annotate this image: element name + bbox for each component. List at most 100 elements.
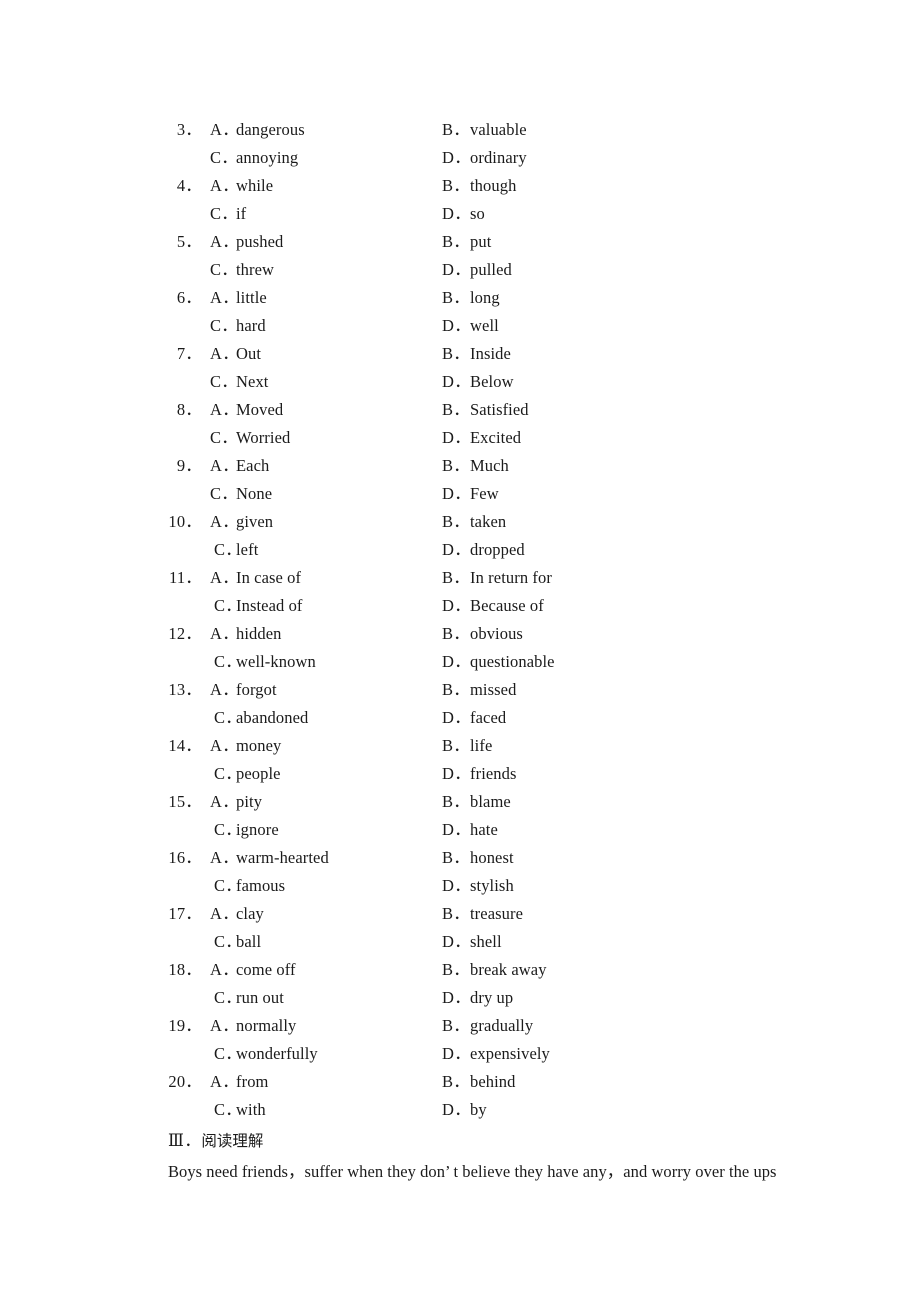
option-c-text: run out [236, 988, 284, 1007]
option-d-text: friends [470, 764, 517, 783]
question-number: 18． [168, 960, 202, 979]
option-row-cd: C． annoying D． ordinary [168, 144, 788, 172]
option-b-label: B． [442, 288, 471, 307]
option-c-label: C． [210, 148, 239, 167]
option-b-text: valuable [470, 120, 527, 139]
option-c-text: Instead of [236, 596, 303, 615]
option-a-label: A． [210, 456, 240, 475]
option-c-text: people [236, 764, 281, 783]
option-row-cd: C． Next D． Below [168, 368, 788, 396]
question-number: 15． [168, 792, 202, 811]
option-c-label: C． [210, 260, 239, 279]
content-column: 3． A． dangerous B． valuable C． annoying D． ordin… [168, 116, 788, 1186]
option-d-label: D． [442, 596, 472, 615]
option-d-text: by [470, 1100, 487, 1119]
option-d-text: shell [470, 932, 502, 951]
option-a-label: A． [210, 512, 240, 531]
option-a-text: forgot [236, 680, 277, 699]
option-d-text: pulled [470, 260, 512, 279]
option-c-text: hard [236, 316, 266, 335]
option-b-label: B． [442, 624, 471, 643]
option-d-text: stylish [470, 876, 514, 895]
option-b-text: taken [470, 512, 507, 531]
option-b-label: B． [442, 568, 471, 587]
option-b-label: B． [442, 344, 471, 363]
option-d-text: dropped [470, 540, 525, 559]
question-item: 11． A． In case of B． In return for C． Instead … [168, 564, 788, 620]
option-c-text: abandoned [236, 708, 309, 727]
option-row-cd: C． abandoned D． faced [168, 704, 788, 732]
option-b-label: B． [442, 1016, 471, 1035]
option-row-cd: C． threw D． pulled [168, 256, 788, 284]
option-b-text: blame [470, 792, 511, 811]
question-item: 18． A． come off B． break away C． run out D． dry … [168, 956, 788, 1012]
question-item: 20． A． from B． behind C． with D． by [168, 1068, 788, 1124]
passage-line: Boys need friends，suffer when they don’ … [168, 1162, 777, 1181]
option-a-text: Moved [236, 400, 284, 419]
option-row-cd: C． ignore D． hate [168, 816, 788, 844]
option-a-text: Out [236, 344, 262, 363]
option-b-text: In return for [470, 568, 552, 587]
option-b-text: Much [470, 456, 509, 475]
option-a-label: A． [210, 568, 240, 587]
question-item: 16． A． warm-hearted B． honest C． famous D． styli… [168, 844, 788, 900]
option-b-text: behind [470, 1072, 516, 1091]
option-row-ab: 6． A． little B． long [168, 284, 788, 312]
option-c-label: C． [210, 372, 239, 391]
option-b-text: put [470, 232, 492, 251]
option-c-text: famous [236, 876, 286, 895]
option-c-text: with [236, 1100, 266, 1119]
question-number: 13． [168, 680, 202, 699]
option-b-text: obvious [470, 624, 523, 643]
option-c-text: if [236, 204, 247, 223]
option-row-ab: 9． A． Each B． Much [168, 452, 788, 480]
option-d-label: D． [442, 820, 472, 839]
option-c-text: annoying [236, 148, 299, 167]
option-a-text: Each [236, 456, 270, 475]
option-c-text: Next [236, 372, 269, 391]
option-d-label: D． [442, 372, 472, 391]
option-a-label: A． [210, 960, 240, 979]
option-d-text: expensively [470, 1044, 550, 1063]
option-a-text: given [236, 512, 274, 531]
option-d-label: D． [442, 428, 472, 447]
option-b-label: B． [442, 512, 471, 531]
question-number: 10． [168, 512, 202, 531]
option-a-label: A． [210, 344, 240, 363]
option-d-label: D． [442, 988, 472, 1007]
question-item: 19． A． normally B． gradually C． wonderfully D． e… [168, 1012, 788, 1068]
option-b-text: missed [470, 680, 517, 699]
option-a-text: In case of [236, 568, 302, 587]
option-a-label: A． [210, 792, 240, 811]
option-a-label: A． [210, 176, 240, 195]
option-b-label: B． [442, 736, 471, 755]
question-item: 6． A． little B． long C． hard D． well [168, 284, 788, 340]
question-item: 4． A． while B． though C． if D． so [168, 172, 788, 228]
option-d-label: D． [442, 204, 472, 223]
question-number: 11． [169, 568, 202, 587]
option-c-text: None [236, 484, 273, 503]
option-a-label: A． [210, 680, 240, 699]
option-row-ab: 17． A． clay B． treasure [168, 900, 788, 928]
section-numeral: Ⅲ． [168, 1131, 202, 1150]
section-heading: Ⅲ．阅读理解 [168, 1126, 788, 1156]
option-b-label: B． [442, 792, 471, 811]
question-item: 3． A． dangerous B． valuable C． annoying D． ordin… [168, 116, 788, 172]
option-d-label: D． [442, 1044, 472, 1063]
option-b-text: break away [470, 960, 547, 979]
option-b-label: B． [442, 848, 471, 867]
option-row-cd: C． Instead of D． Because of [168, 592, 788, 620]
option-a-label: A． [210, 1072, 240, 1091]
question-number: 4． [176, 176, 202, 195]
option-d-label: D． [442, 764, 472, 783]
option-b-text: treasure [470, 904, 524, 923]
option-b-label: B． [442, 960, 471, 979]
option-row-cd: C． famous D． stylish [168, 872, 788, 900]
option-row-cd: C． wonderfully D． expensively [168, 1040, 788, 1068]
option-d-text: ordinary [470, 148, 527, 167]
option-a-text: warm-hearted [236, 848, 329, 867]
option-d-text: questionable [470, 652, 555, 671]
question-item: 14． A． money B． life C． people D． friends [168, 732, 788, 788]
option-c-label: C． [210, 428, 239, 447]
option-row-ab: 12． A． hidden B． obvious [168, 620, 788, 648]
